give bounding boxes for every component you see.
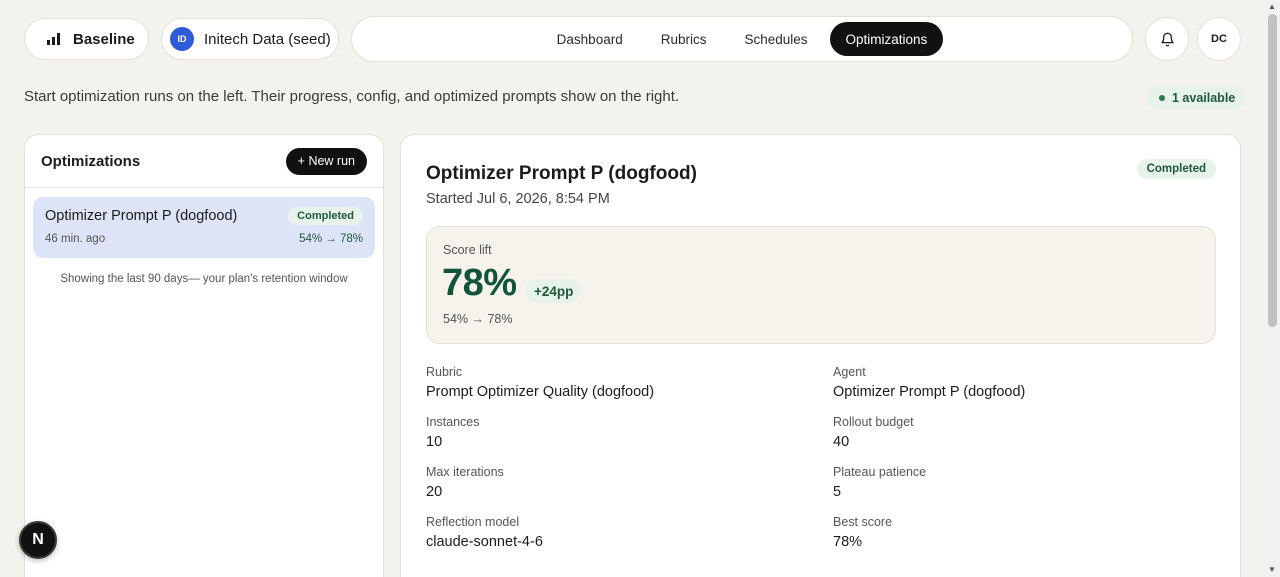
optimization-detail-panel: Optimizer Prompt P (dogfood) Started Jul…	[400, 134, 1241, 577]
run-name: Optimizer Prompt P (dogfood)	[45, 208, 238, 224]
tab-rubrics[interactable]: Rubrics	[645, 22, 723, 56]
list-header: Optimizations + New run	[25, 135, 383, 188]
tab-optimizations[interactable]: Optimizations	[829, 22, 944, 56]
field-value: 20	[426, 484, 443, 500]
field-value: Prompt Optimizer Quality (dogfood)	[426, 384, 655, 400]
field-label: Best score	[833, 515, 893, 529]
bar-chart-icon	[47, 33, 60, 45]
field-label: Rollout budget	[833, 415, 914, 429]
score-label: Score lift	[443, 243, 492, 257]
field-rubric: Rubric Prompt Optimizer Quality (dogfood…	[426, 365, 654, 400]
field-label: Reflection model	[426, 515, 520, 529]
score-lift-card: Score lift 78% +24pp 54% → 78%	[426, 226, 1216, 344]
score-range: 54% → 78%	[443, 312, 513, 326]
scroll-down-arrow-icon[interactable]: ▼	[1268, 566, 1276, 574]
detail-started: Started Jul 6, 2026, 8:54 PM	[426, 191, 610, 207]
dev-tools-button[interactable]: N	[19, 521, 57, 559]
status-dot	[1159, 95, 1165, 101]
field-value: 5	[833, 484, 842, 500]
retention-note: Showing the last 90 days— your plan's re…	[60, 273, 348, 285]
field-agent: Agent Optimizer Prompt P (dogfood)	[833, 365, 1025, 400]
intro-text: Start optimization runs on the left. The…	[24, 88, 680, 105]
field-value: 10	[426, 434, 443, 450]
field-value: 78%	[833, 534, 863, 550]
status-badge: Completed	[288, 207, 363, 225]
field-value: 40	[833, 434, 850, 450]
org-avatar: ID	[170, 27, 194, 51]
optimizations-list-panel: Optimizations + New run Optimizer Prompt…	[24, 134, 384, 577]
field-plateau-patience: Plateau patience 5	[833, 465, 926, 500]
available-label: 1 available	[1172, 91, 1236, 105]
scrollbar-thumb[interactable]	[1268, 14, 1277, 327]
available-badge: 1 available	[1147, 86, 1246, 110]
brand-name: Baseline	[73, 30, 135, 48]
org-switcher[interactable]: ID Initech Data (seed)	[161, 18, 339, 60]
list-item[interactable]: Optimizer Prompt P (dogfood) Completed 4…	[33, 197, 375, 258]
score-value: 78%	[442, 262, 517, 304]
detail-title: Optimizer Prompt P (dogfood)	[426, 163, 697, 184]
field-reflection-model: Reflection model claude-sonnet-4-6	[426, 515, 543, 550]
field-rollout-budget: Rollout budget 40	[833, 415, 914, 450]
scroll-up-arrow-icon[interactable]: ▲	[1268, 3, 1276, 11]
notifications-button[interactable]	[1145, 17, 1189, 61]
field-max-iterations: Max iterations 20	[426, 465, 504, 500]
list-title: Optimizations	[41, 152, 141, 170]
page-scrollbar[interactable]: ▲ ▼	[1265, 0, 1280, 577]
field-best-score: Best score 78%	[833, 515, 892, 550]
field-label: Max iterations	[426, 465, 504, 479]
brand-button[interactable]: Baseline	[24, 18, 149, 60]
field-label: Agent	[833, 365, 866, 379]
field-value: Optimizer Prompt P (dogfood)	[833, 384, 1026, 400]
org-name: Initech Data (seed)	[204, 30, 331, 48]
tab-schedules[interactable]: Schedules	[728, 22, 823, 56]
field-label: Rubric	[426, 365, 463, 379]
main-nav: Dashboard Rubrics Schedules Optimization…	[351, 16, 1133, 62]
field-instances: Instances 10	[426, 415, 480, 450]
user-avatar[interactable]: DC	[1197, 17, 1241, 61]
top-bar: Baseline ID Initech Data (seed) Dashboar…	[24, 16, 1241, 62]
new-run-button[interactable]: + New run	[285, 147, 367, 175]
run-lift: 54% → 78%	[299, 233, 363, 245]
field-label: Instances	[426, 415, 480, 429]
bell-icon	[1160, 32, 1174, 46]
run-time: 46 min. ago	[45, 233, 106, 245]
tab-dashboard[interactable]: Dashboard	[541, 22, 639, 56]
score-delta: +24pp	[526, 279, 582, 303]
field-value: claude-sonnet-4-6	[426, 534, 543, 550]
field-label: Plateau patience	[833, 465, 927, 479]
status-badge: Completed	[1136, 159, 1216, 179]
